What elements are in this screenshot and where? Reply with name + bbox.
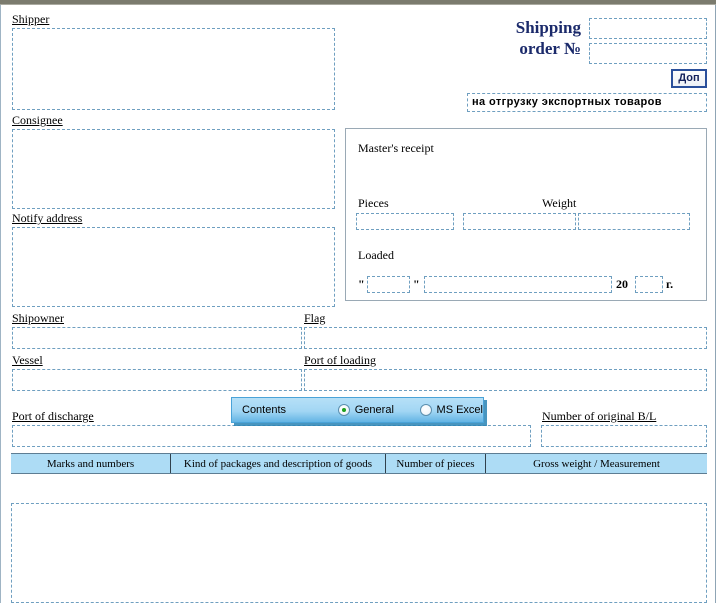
shipping-order-form: Shipper Consignee Notify address Shipown… — [0, 5, 716, 603]
pieces-input[interactable] — [356, 213, 454, 230]
year-prefix-label: 20 — [616, 277, 628, 291]
order-number-input[interactable] — [589, 18, 707, 39]
flag-input[interactable] — [304, 327, 707, 349]
flag-label: Flag — [304, 311, 326, 325]
column-header-gross-weight: Gross weight / Measurement — [533, 457, 660, 470]
date-quote-open: " — [358, 277, 365, 291]
column-header-kind-of-packages: Kind of packages and description of good… — [171, 454, 386, 473]
port-of-discharge-label: Port of discharge — [12, 409, 94, 423]
loaded-year-input[interactable] — [635, 276, 663, 293]
order-number-secondary-input[interactable] — [589, 43, 707, 64]
weight-input-secondary[interactable] — [578, 213, 690, 230]
vessel-label: Vessel — [12, 353, 43, 367]
loaded-month-input[interactable] — [424, 276, 612, 293]
goods-table-header: Marks and numbers Kind of packages and d… — [11, 453, 707, 474]
masters-receipt-panel: Master's receipt Pieces Weight Loaded " … — [345, 128, 707, 301]
goods-table-body-input[interactable] — [11, 503, 707, 603]
page-title-line2: order № — [519, 39, 581, 58]
radio-ms-excel-label: MS Excel — [436, 404, 483, 416]
consignee-label: Consignee — [12, 113, 63, 127]
radio-general-icon[interactable] — [337, 404, 350, 416]
port-of-loading-input[interactable] — [304, 369, 707, 391]
column-header-marks: Marks and numbers — [11, 454, 171, 473]
shipper-label: Shipper — [12, 12, 50, 26]
radio-option-ms-excel[interactable]: MS Excel — [419, 404, 483, 416]
notify-address-input[interactable] — [12, 227, 335, 307]
loaded-label: Loaded — [358, 248, 394, 262]
number-of-original-bl-input[interactable] — [541, 425, 707, 447]
weight-input-primary[interactable] — [463, 213, 576, 230]
radio-ms-excel-icon[interactable] — [419, 404, 432, 416]
number-of-original-bl-label: Number of original B/L — [542, 409, 657, 423]
contents-panel: Contents General MS Excel — [231, 397, 484, 423]
page-title-line1: Shipping — [515, 18, 581, 37]
date-quote-close: " — [413, 277, 420, 291]
vessel-input[interactable] — [12, 369, 302, 391]
masters-receipt-title: Master's receipt — [358, 141, 434, 155]
shipowner-label: Shipowner — [12, 311, 64, 325]
radio-general-label: General — [354, 404, 394, 416]
consignee-input[interactable] — [12, 129, 335, 209]
port-of-discharge-input[interactable] — [12, 425, 531, 447]
port-of-loading-label: Port of loading — [304, 353, 376, 367]
radio-option-general[interactable]: General — [337, 404, 420, 416]
contents-label: Contents — [242, 404, 287, 416]
weight-label: Weight — [542, 196, 577, 210]
notify-address-label: Notify address — [12, 211, 83, 225]
purpose-text-input[interactable]: на отгрузку экспортных товаров — [467, 93, 707, 112]
loaded-day-input[interactable] — [367, 276, 410, 293]
shipper-input[interactable] — [12, 28, 335, 110]
shipowner-input[interactable] — [12, 327, 302, 349]
column-header-number-of-pieces: Number of pieces — [386, 454, 486, 473]
pieces-label: Pieces — [358, 196, 389, 210]
dop-button[interactable]: Доп — [671, 69, 707, 88]
year-suffix-label: г. — [666, 277, 674, 291]
